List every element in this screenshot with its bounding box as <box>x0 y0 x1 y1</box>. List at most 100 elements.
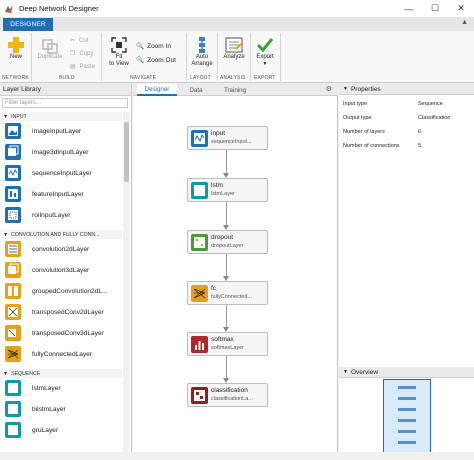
layer-item-roiinputlayer[interactable]: roiInputLayer <box>5 207 123 223</box>
network-node-dropout[interactable]: dropout dropoutLayer <box>187 230 268 254</box>
scissors-icon: ✂ <box>70 38 76 44</box>
layer-name: convolution2dLayer <box>32 245 90 253</box>
layer-item-image3dinputlayer[interactable]: image3dInputLayer <box>5 144 123 160</box>
layer-item-convolution3dlayer[interactable]: convolution3dLayer <box>5 262 123 278</box>
gear-icon[interactable]: ⚙ <box>326 85 332 93</box>
tab-designer-canvas[interactable]: Designer <box>137 84 177 96</box>
section-sequence[interactable]: ▼ SEQUENCE <box>0 369 122 378</box>
property-row: Number of layers 6 <box>343 129 471 142</box>
property-value: 5 <box>418 143 422 149</box>
section-input[interactable]: ▼ INPUT <box>0 112 122 121</box>
overview-viewport[interactable] <box>383 379 431 454</box>
collapse-ribbon-icon[interactable]: ▲ <box>461 19 468 26</box>
group-label-layout: LAYOUT <box>190 75 211 81</box>
zoom-out-label: Zoom Out <box>147 56 176 64</box>
toolstrip-ribbon: New Duplicate ✂ Cut ❐ Copy ▤ Paste Fit to V… <box>0 31 474 83</box>
library-scrollbar[interactable] <box>123 112 129 454</box>
connection-edge <box>226 356 227 378</box>
node-subtitle: fullyConnected... <box>211 294 252 300</box>
tab-data[interactable]: Data <box>179 84 213 96</box>
bottom-scrollbar[interactable] <box>0 452 474 460</box>
layer-item-convolution2dlayer[interactable]: convolution2dLayer <box>5 241 123 257</box>
layer-name: featureInputLayer <box>32 190 84 198</box>
properties-header[interactable]: ▼ Properties <box>339 84 474 95</box>
overview-node <box>398 386 416 389</box>
fit-to-view-label: Fit to View <box>109 54 129 67</box>
network-node-fc[interactable]: fc fullyConnected... <box>187 281 268 305</box>
tab-designer[interactable]: DESIGNER <box>3 18 53 31</box>
copy-icon: ❐ <box>70 51 76 57</box>
group-label-build: BUILD <box>59 75 75 81</box>
image-input-icon <box>5 123 21 139</box>
export-button[interactable]: Export ▼ <box>254 36 276 68</box>
fit-to-view-icon <box>111 37 127 53</box>
designer-canvas[interactable]: Designer Data Training ⚙ input sequenceI… <box>133 84 338 456</box>
layer-item-grulayer[interactable]: gruLayer <box>5 422 123 438</box>
paste-icon: ▤ <box>70 64 76 70</box>
close-button[interactable]: ✕ <box>448 0 474 17</box>
network-node-lstm[interactable]: lstm lstmLayer <box>187 178 268 202</box>
layer-item-sequenceinputlayer[interactable]: sequenceInputLayer <box>5 165 123 181</box>
node-title: dropout <box>211 234 234 241</box>
chevron-down-icon: ▼ <box>3 231 9 238</box>
property-value: Sequence <box>418 101 443 107</box>
auto-arrange-button[interactable]: Auto Arrange <box>190 36 214 68</box>
layer-library-header: Layer Library <box>0 84 131 96</box>
convolution3d-icon <box>5 262 21 278</box>
node-title: lstm <box>211 182 223 189</box>
right-pane: ▼ Properties Input type Sequence Output ty… <box>339 84 474 456</box>
paste-button[interactable]: ▤ Paste <box>70 63 96 71</box>
network-node-input[interactable]: input sequenceInput... <box>187 126 268 150</box>
node-subtitle: softmaxLayer <box>211 345 245 351</box>
layer-item-groupedconvolution2dlayer[interactable]: groupedConvolution2dL... <box>5 283 123 299</box>
connection-edge <box>226 254 227 276</box>
layer-library-pane: Layer Library Filter layers... ▼ INPUT im… <box>0 84 132 456</box>
layer-name: image3dInputLayer <box>32 148 89 156</box>
separator <box>186 33 187 81</box>
fit-to-view-button[interactable]: Fit to View <box>106 36 132 68</box>
layer-name: groupedConvolution2dL... <box>32 287 108 295</box>
tab-training[interactable]: Training <box>215 84 255 96</box>
fully-connected-icon <box>191 285 208 302</box>
minimize-button[interactable]: — <box>396 0 422 17</box>
cut-button[interactable]: ✂ Cut <box>70 37 88 45</box>
new-button[interactable]: New <box>6 36 26 61</box>
layer-item-transposedconv3dlayer[interactable]: transposedConv3dLayer <box>5 325 123 341</box>
overview-header[interactable]: ▼ Overview <box>339 367 474 378</box>
image3d-input-icon <box>5 144 21 160</box>
zoom-in-button[interactable]: 🔍 Zoom In <box>136 42 171 51</box>
network-node-softmax[interactable]: softmax softmaxLayer <box>187 332 268 356</box>
scrollbar-thumb[interactable] <box>124 122 129 182</box>
chevron-down-icon: ▼ <box>3 113 9 120</box>
export-label: Export <box>256 54 274 60</box>
separator <box>101 33 102 81</box>
layer-item-fullyconnectedlayer[interactable]: fullyConnectedLayer <box>5 346 123 362</box>
layer-item-featureinputlayer[interactable]: featureInputLayer <box>5 186 123 202</box>
layer-item-transposedconv2dlayer[interactable]: transposedConv2dLayer <box>5 304 123 320</box>
layer-item-lstmlayer[interactable]: lstmLayer <box>5 380 123 396</box>
layer-item-bilstmlayer[interactable]: bilstmLayer <box>5 401 123 417</box>
sequence-input-icon <box>191 130 208 147</box>
maximize-button[interactable]: ☐ <box>422 0 448 17</box>
analyze-button[interactable]: Analyze <box>221 36 247 61</box>
overview-node <box>398 397 416 400</box>
duplicate-button[interactable]: Duplicate <box>35 36 65 61</box>
copy-button[interactable]: ❐ Copy <box>70 50 93 58</box>
window-title: Deep Network Designer <box>19 4 99 13</box>
network-node-classification[interactable]: classification classificationLa... <box>187 383 268 407</box>
analyze-label: Analyze <box>223 54 245 60</box>
section-label: SEQUENCE <box>11 370 41 377</box>
transposed-conv-icon <box>5 304 21 320</box>
filter-layers-input[interactable]: Filter layers... <box>2 98 128 108</box>
section-convolution[interactable]: ▼ CONVOLUTION AND FULLY CONN... <box>0 230 122 239</box>
zoom-out-button[interactable]: 🔍 Zoom Out <box>136 56 176 65</box>
node-subtitle: classificationLa... <box>211 396 253 402</box>
transposed-conv3d-icon <box>5 325 21 341</box>
paste-label: Paste <box>79 63 96 70</box>
chevron-down-icon: ▼ <box>343 86 348 92</box>
checkmark-icon <box>256 38 274 53</box>
layer-item-imageinputlayer[interactable]: imageInputLayer <box>5 123 123 139</box>
matlab-logo-icon <box>4 4 14 14</box>
zoom-in-icon: 🔍 <box>136 43 145 50</box>
property-row: Number of connections 5 <box>343 143 471 156</box>
